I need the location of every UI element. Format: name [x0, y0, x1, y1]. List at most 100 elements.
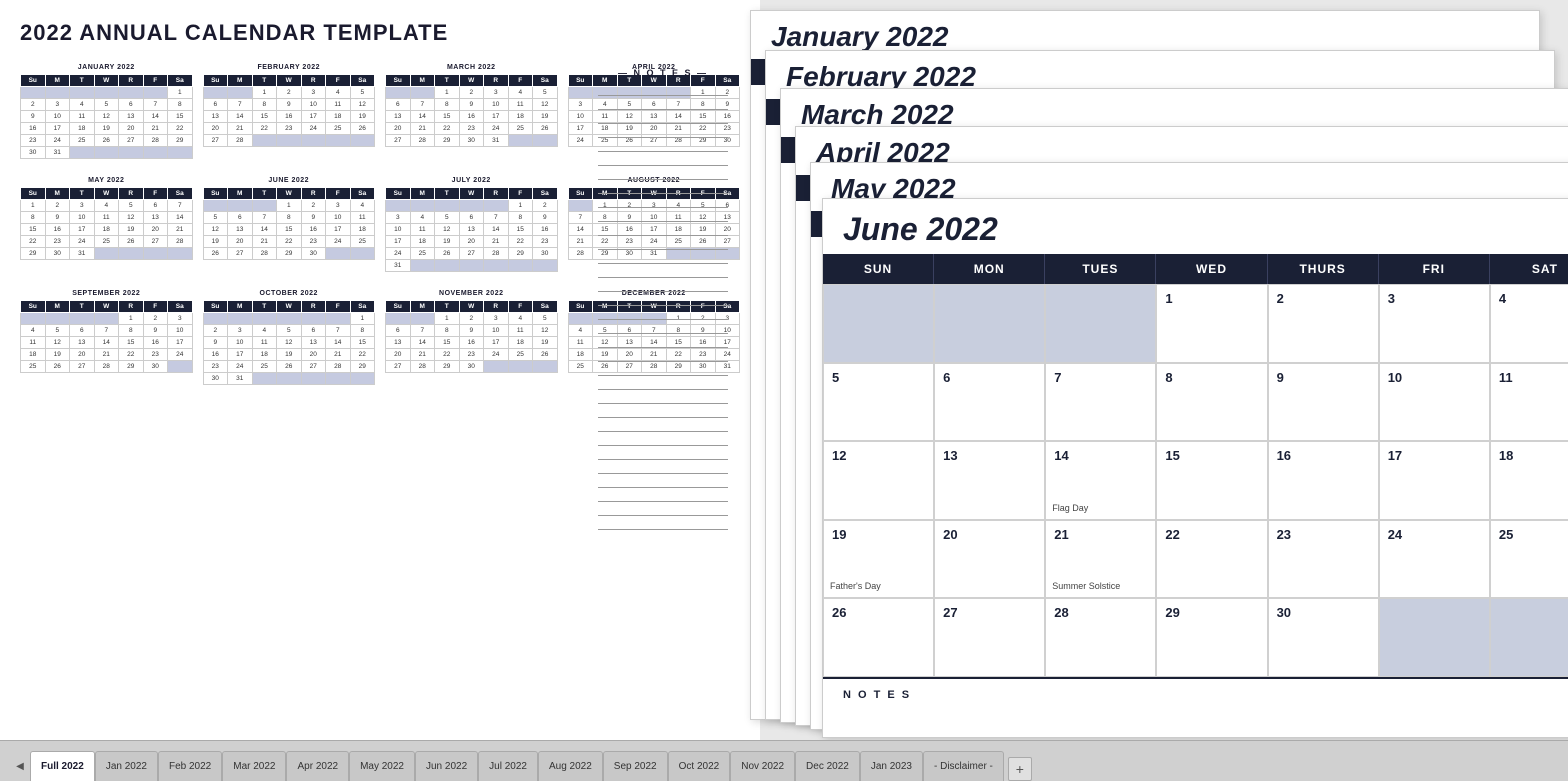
tab-sep-2022[interactable]: Sep 2022 [603, 751, 668, 781]
mini-cal-may-2022: MAY 2022SuMTWRFSa12345678910111213141516… [20, 177, 193, 272]
day-cell [168, 248, 193, 260]
day-cell: 7 [410, 325, 435, 337]
day-cell [252, 200, 277, 212]
day-cell: 26 [45, 361, 70, 373]
day-cell: 30 [459, 135, 484, 147]
add-tab-button[interactable]: + [1008, 757, 1032, 781]
day-cell: 26 [203, 248, 228, 260]
day-cell: 18 [326, 111, 351, 123]
tab-mar-2022[interactable]: Mar 2022 [222, 751, 286, 781]
tab-dec-2022[interactable]: Dec 2022 [795, 751, 860, 781]
day-cell: 29 [168, 135, 193, 147]
note-line [598, 222, 728, 236]
day-cell: 23 [21, 135, 46, 147]
note-line [598, 306, 728, 320]
day-cell: 12 [45, 337, 70, 349]
tab-nov-2022[interactable]: Nov 2022 [730, 751, 795, 781]
day-cell: 29 [21, 248, 46, 260]
day-cell [533, 135, 558, 147]
note-line [598, 194, 728, 208]
tab-jun-2022[interactable]: Jun 2022 [415, 751, 478, 781]
note-line [598, 152, 728, 166]
day-cell: 17 [228, 349, 253, 361]
tab-jul-2022[interactable]: Jul 2022 [478, 751, 538, 781]
tab---disclaimer--[interactable]: - Disclaimer - [923, 751, 1004, 781]
day-cell: 8 [435, 325, 460, 337]
tab-jan-2022[interactable]: Jan 2022 [95, 751, 158, 781]
day-cell: 29 [435, 135, 460, 147]
day-cell: 5 [94, 99, 119, 111]
day-cell: 13 [459, 224, 484, 236]
tab-apr-2022[interactable]: Apr 2022 [286, 751, 349, 781]
day-cell: 4 [508, 87, 533, 99]
day-cell: 3 [301, 87, 326, 99]
tab-may-2022[interactable]: May 2022 [349, 751, 415, 781]
day-cell [386, 313, 411, 325]
day-cell: 12 [435, 224, 460, 236]
day-cell: 13 [386, 337, 411, 349]
june-day-cell: 25 [1490, 520, 1568, 599]
day-cell: 20 [119, 123, 144, 135]
day-cell: 19 [203, 236, 228, 248]
day-cell: 26 [277, 361, 302, 373]
day-cell: 16 [301, 224, 326, 236]
day-cell: 3 [45, 99, 70, 111]
tab-feb-2022[interactable]: Feb 2022 [158, 751, 222, 781]
day-cell: 28 [484, 248, 509, 260]
day-cell: 6 [386, 325, 411, 337]
day-cell: 14 [143, 111, 168, 123]
day-cell: 24 [326, 236, 351, 248]
day-cell: 29 [350, 361, 375, 373]
day-cell [301, 373, 326, 385]
day-cell [350, 135, 375, 147]
day-cell [386, 87, 411, 99]
day-cell [277, 313, 302, 325]
day-cell: 19 [119, 224, 144, 236]
day-cell [94, 248, 119, 260]
day-cell: 10 [45, 111, 70, 123]
day-cell: 22 [168, 123, 193, 135]
day-cell: 17 [326, 224, 351, 236]
day-cell: 27 [143, 236, 168, 248]
tab-aug-2022[interactable]: Aug 2022 [538, 751, 603, 781]
day-cell [350, 248, 375, 260]
day-cell: 11 [21, 337, 46, 349]
tab-full-2022[interactable]: Full 2022 [30, 751, 95, 781]
tab-nav-left[interactable]: ◀ [10, 751, 30, 781]
day-cell: 7 [410, 99, 435, 111]
day-cell: 2 [277, 87, 302, 99]
day-cell: 30 [21, 147, 46, 159]
day-cell: 18 [508, 111, 533, 123]
day-cell: 13 [70, 337, 95, 349]
note-line [598, 320, 728, 334]
spreadsheet-area: 2022 ANNUAL CALENDAR TEMPLATE JANUARY 20… [0, 0, 760, 740]
card-june-full[interactable]: June 2022 SUNMONTUESWEDTHURSFRISAT 12345… [822, 198, 1568, 738]
day-cell [350, 373, 375, 385]
day-cell: 25 [94, 236, 119, 248]
june-day-cell: 17 [1379, 441, 1490, 520]
june-cal-grid: 1234567891011121314Flag Day1516171819Fat… [823, 284, 1568, 677]
day-cell [228, 313, 253, 325]
note-line [598, 110, 728, 124]
day-cell: 31 [45, 147, 70, 159]
day-cell: 17 [168, 337, 193, 349]
day-cell: 1 [350, 313, 375, 325]
day-cell: 17 [45, 123, 70, 135]
tab-jan-2023[interactable]: Jan 2023 [860, 751, 923, 781]
day-cell: 19 [435, 236, 460, 248]
day-cell: 14 [568, 224, 593, 236]
june-day-cell: 1 [1156, 284, 1267, 363]
day-cell: 4 [21, 325, 46, 337]
june-day-cell: 30 [1268, 598, 1379, 677]
tab-oct-2022[interactable]: Oct 2022 [668, 751, 731, 781]
day-cell: 31 [70, 248, 95, 260]
day-cell: 7 [326, 325, 351, 337]
day-cell: 8 [435, 99, 460, 111]
day-cell: 27 [459, 248, 484, 260]
day-cell: 31 [386, 260, 411, 272]
day-cell: 5 [277, 325, 302, 337]
day-cell: 23 [533, 236, 558, 248]
day-cell: 25 [350, 236, 375, 248]
day-cell: 1 [508, 200, 533, 212]
day-cell: 26 [533, 123, 558, 135]
